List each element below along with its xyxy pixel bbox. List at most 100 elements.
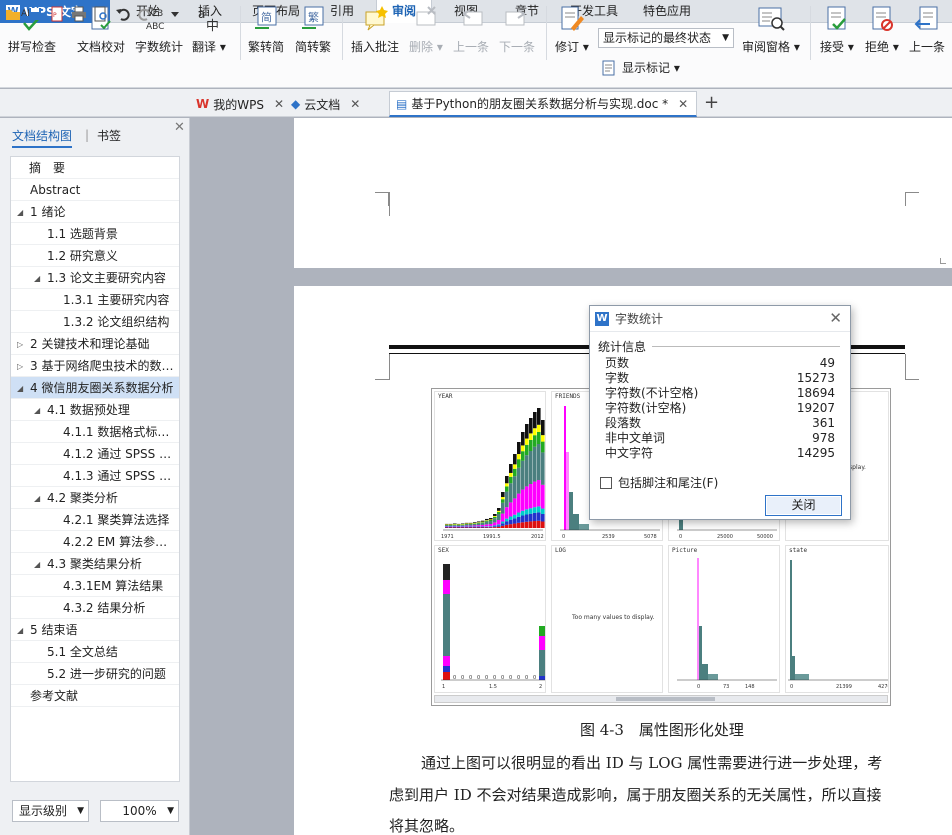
ribbon-separator [546, 6, 547, 60]
outline-item[interactable]: 4.1.2 通过 SPSS 数据 [11, 443, 179, 465]
redo-icon[interactable] [137, 6, 153, 22]
outline-item[interactable]: 4.1.1 数据格式标准化 [11, 421, 179, 443]
close-button[interactable]: 关闭 [765, 495, 842, 516]
outline-item[interactable]: 5.2 进一步研究的问题 [11, 663, 179, 685]
year-bar-segment [461, 523, 465, 525]
reject-button[interactable]: 拒绝 ▾ [865, 4, 899, 62]
outline-item[interactable]: 1.1 选题背景 [11, 223, 179, 245]
year-bar-segment [513, 468, 517, 477]
include-footnotes-checkbox[interactable]: 包括脚注和尾注(F) [600, 474, 718, 491]
year-bar-segment [513, 476, 517, 499]
simp-to-trad-button[interactable]: 繁 简转繁 [295, 4, 331, 62]
outline-item[interactable]: 4.3.1EM 算法结果 [11, 575, 179, 597]
checkbox-box[interactable] [600, 476, 612, 489]
export-pdf-icon[interactable]: P [49, 6, 65, 22]
pane-zoom-select[interactable]: 100% ▼ [100, 800, 179, 822]
outline-item[interactable]: 2 关键技术和理论基础 [11, 333, 179, 355]
outline-item[interactable]: 3 基于网络爬虫技术的数据采集 [11, 355, 179, 377]
outline-item[interactable]: 1.2 研究意义 [11, 245, 179, 267]
year-bar-segment [497, 508, 501, 511]
outline-item[interactable]: 摘 要 [11, 157, 179, 179]
outline-item[interactable]: 4.3.2 结果分析 [11, 597, 179, 619]
year-bar-segment [449, 526, 453, 527]
next-comment-icon [505, 9, 526, 26]
tab-current-doc[interactable]: ▤ 基于Python的朋友圈关系数据分析与实现.doc * ✕ [389, 91, 697, 117]
outline-item-selected[interactable]: 4 微信朋友圈关系数据分析 [11, 377, 179, 399]
year-bar-segment [513, 523, 517, 528]
tab-cloud-docs[interactable]: ◆ 云文档 ✕ [285, 91, 366, 117]
year-bar-segment [537, 424, 541, 432]
prev-comment-button[interactable]: 上一条 [453, 4, 489, 62]
save-icon[interactable] [27, 6, 43, 22]
close-pane-icon[interactable]: ✕ [174, 120, 185, 135]
expanded-triangle-icon[interactable]: ◢ [17, 384, 23, 393]
expanded-triangle-icon[interactable]: ◢ [17, 626, 23, 635]
sex-zero-label: 0 [509, 675, 512, 681]
expanded-triangle-icon[interactable]: ◢ [34, 560, 40, 569]
expanded-triangle-icon[interactable]: ◢ [17, 208, 23, 217]
figure-scrollbar [434, 695, 888, 703]
prev-change-button[interactable]: 上一条 [909, 4, 945, 62]
close-icon[interactable]: ✕ [350, 97, 360, 111]
year-bar-segment [505, 476, 509, 484]
year-bar-segment [501, 525, 505, 528]
accept-button[interactable]: 接受 ▾ [820, 4, 854, 62]
outline-item[interactable]: 参考文献 [11, 685, 179, 707]
year-bar-segment [541, 435, 545, 442]
next-comment-button[interactable]: 下一条 [499, 4, 535, 62]
markup-state-select[interactable]: 显示标记的最终状态 ▼ [598, 28, 734, 48]
outline-item[interactable]: 5 结束语 [11, 619, 179, 641]
outline-level-select[interactable]: 显示级别 ▼ [12, 800, 89, 822]
tab-my-wps[interactable]: W 我的WPS ✕ [190, 91, 290, 117]
collapsed-triangle-icon[interactable]: ▷ [17, 362, 23, 371]
outline-item[interactable]: 1.3.1 主要研究内容 [11, 289, 179, 311]
expanded-triangle-icon[interactable]: ◢ [34, 406, 40, 415]
review-pane-button[interactable]: 审阅窗格 ▾ [742, 4, 800, 62]
year-bar-segment [473, 527, 477, 528]
year-bar-segment [497, 520, 501, 525]
translate-button[interactable]: a中 翻译 ▾ [192, 4, 226, 62]
print-icon[interactable] [71, 6, 87, 22]
outline-item[interactable]: 1.3.2 论文组织结构 [11, 311, 179, 333]
year-bar-segment [533, 481, 537, 508]
close-icon[interactable]: ✕ [678, 97, 688, 111]
undo-icon[interactable] [115, 6, 131, 22]
year-bar-segment [505, 518, 509, 522]
collapsed-triangle-icon[interactable]: ▷ [17, 340, 23, 349]
tab-bookmarks[interactable]: 书签 [97, 127, 121, 144]
outline-item[interactable]: 4.2.1 聚类算法选择 [11, 509, 179, 531]
year-bar-segment [533, 412, 537, 429]
close-icon[interactable]: ✕ [274, 97, 284, 111]
open-folder-icon[interactable] [5, 6, 21, 22]
close-icon[interactable]: ✕ [829, 309, 842, 327]
insert-comment-button[interactable]: 插入批注 [351, 4, 399, 62]
expanded-triangle-icon[interactable]: ◢ [34, 274, 40, 283]
dialog-title: 字数统计 [615, 312, 664, 326]
new-tab-icon[interactable]: + [704, 92, 719, 113]
document-page[interactable] [294, 118, 952, 268]
delete-comment-button[interactable]: 删除 ▾ [409, 4, 443, 62]
page-crop-mark [375, 379, 389, 380]
track-changes-button[interactable]: 修订 ▾ [555, 4, 589, 62]
dialog-titlebar[interactable]: W 字数统计 ✕ [590, 306, 850, 332]
year-bar-segment [469, 522, 473, 524]
year-bar-segment [521, 451, 525, 461]
print-preview-icon[interactable] [93, 6, 109, 22]
year-bar-segment [497, 525, 501, 527]
outline-item[interactable]: 1 绪论 [11, 201, 179, 223]
tab-features[interactable]: 特色应用 [636, 0, 698, 23]
show-markup-button[interactable]: 显示标记 ▾ [601, 59, 680, 76]
outline-item[interactable]: 4.2.2 EM 算法参数设置 [11, 531, 179, 553]
sex-zero-label: 0 [525, 675, 528, 681]
outline-item[interactable]: Abstract [11, 179, 179, 201]
year-bar-segment [513, 464, 517, 469]
outline-item[interactable]: 5.1 全文总结 [11, 641, 179, 663]
trad-to-simp-button[interactable]: 简 繁转简 [248, 4, 284, 62]
wps-w-icon: W [196, 97, 210, 111]
stat-row-pages: 页数 49 [605, 356, 835, 370]
outline-item[interactable]: 4.1.3 通过 SPSS 数据 [11, 465, 179, 487]
paragraph-line: 通过上图可以很明显的看出 ID 与 LOG 属性需要进行进一步处理，考 [421, 754, 883, 772]
customize-toolbar-icon[interactable] [167, 6, 183, 22]
tab-doc-outline[interactable]: 文档结构图 [12, 127, 73, 148]
expanded-triangle-icon[interactable]: ◢ [34, 494, 40, 503]
